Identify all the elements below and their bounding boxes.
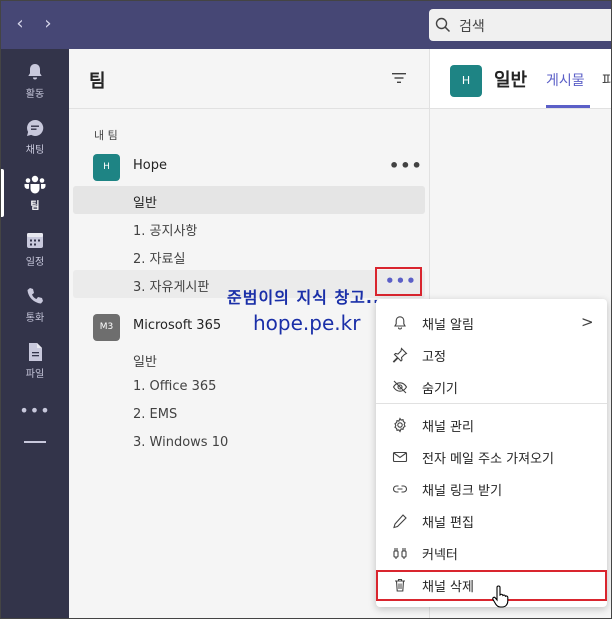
- app-teams[interactable]: 팀: [1, 165, 69, 221]
- channel-archive[interactable]: 2. 자료실: [73, 242, 425, 270]
- menu-item-label: 전자 메일 주소 가져오기: [422, 452, 554, 467]
- menu-item-label: 숨기기: [422, 382, 458, 397]
- team-row-microsoft-365[interactable]: M3 Microsoft 365: [73, 312, 425, 342]
- menu-item-connectors[interactable]: 커넥터: [376, 537, 607, 569]
- tab-posts[interactable]: 게시물: [546, 70, 585, 90]
- filter-icon[interactable]: [391, 71, 407, 85]
- channel-title: 일반: [494, 70, 528, 91]
- channel-notices[interactable]: 1. 공지사항: [73, 214, 425, 242]
- teams-list-pane: 팀 내 팀 H Hope ••• 일반 1. 공지사항 2. 자료실 3. 자유…: [69, 49, 429, 618]
- connector-icon: [393, 548, 407, 559]
- menu-item-label: 채널 편집: [422, 516, 474, 531]
- menu-item-manage-channel[interactable]: 채널 관리: [376, 409, 607, 441]
- page-title: 팀: [89, 71, 106, 92]
- app-calendar[interactable]: 일정: [1, 221, 69, 277]
- channel-name: 일반: [133, 196, 157, 211]
- forward-arrow-icon[interactable]: ›: [37, 13, 59, 35]
- section-label: 내 팀: [94, 129, 118, 142]
- team-avatar: H: [93, 154, 120, 181]
- app-bar: 활동 채팅 팀 일정 통화 파일 •••: [1, 49, 69, 618]
- tab-files[interactable]: 파: [602, 70, 611, 90]
- gear-icon: [394, 417, 406, 433]
- title-bar: ‹ › 검색: [1, 1, 611, 49]
- chat-icon: [27, 119, 44, 136]
- app-divider: [24, 441, 46, 443]
- app-label-calls: 통화: [25, 313, 45, 324]
- teams-header: 팀: [69, 49, 429, 109]
- app-label-calendar: 일정: [25, 257, 45, 268]
- channel-name: 1. Office 365: [133, 379, 217, 394]
- channel-general[interactable]: 일반: [73, 345, 425, 373]
- channel-ems[interactable]: 2. EMS: [73, 401, 425, 429]
- app-files[interactable]: 파일: [1, 333, 69, 389]
- eye-off-icon: [392, 380, 408, 394]
- teams-icon: [24, 175, 46, 194]
- channel-name: 3. 자유게시판: [133, 280, 210, 295]
- active-indicator: [1, 169, 4, 217]
- hand-cursor-icon: [492, 585, 509, 608]
- channel-header: H 일반 게시물 파: [430, 49, 611, 109]
- watermark-text: 준범이의 지식 창고..: [227, 288, 381, 307]
- team-avatar: H: [450, 65, 482, 97]
- more-apps-icon[interactable]: •••: [1, 401, 69, 420]
- bell-icon: [28, 64, 42, 80]
- channel-name: 2. EMS: [133, 407, 178, 422]
- menu-item-channel-notifications[interactable]: 채널 알림 >: [376, 307, 607, 339]
- more-options-icon: •••: [385, 272, 417, 290]
- tab-active-underline: [546, 105, 590, 108]
- app-label-activity: 활동: [25, 89, 45, 100]
- pencil-icon: [393, 514, 407, 529]
- menu-item-hide[interactable]: 숨기기: [376, 371, 607, 403]
- bell-icon: [394, 316, 406, 330]
- app-calls[interactable]: 통화: [1, 277, 69, 333]
- team-row-hope[interactable]: H Hope •••: [73, 152, 425, 182]
- channel-context-menu: 채널 알림 > 고정 숨기기 채널 관리 전자 메일 주소 가져오기 채널 링크…: [376, 299, 607, 607]
- phone-icon: [27, 288, 43, 304]
- back-arrow-icon[interactable]: ‹: [9, 13, 31, 35]
- menu-divider: [376, 403, 607, 404]
- app-label-teams: 팀: [30, 201, 40, 212]
- menu-item-label: 채널 알림: [422, 318, 474, 333]
- search-input[interactable]: 검색: [429, 9, 611, 41]
- teams-window: ‹ › 검색 활동 채팅 팀 일정 통화 파일 ••• 팀 내 팀 H Hope…: [0, 0, 612, 619]
- menu-item-label: 커넥터: [422, 548, 458, 563]
- app-chat[interactable]: 채팅: [1, 109, 69, 165]
- menu-item-get-email[interactable]: 전자 메일 주소 가져오기: [376, 441, 607, 473]
- channel-office-365[interactable]: 1. Office 365: [73, 373, 425, 401]
- channel-general[interactable]: 일반: [73, 186, 425, 214]
- team-name: Hope: [133, 158, 167, 173]
- mail-icon: [392, 451, 408, 463]
- channel-more-button[interactable]: •••: [375, 267, 422, 296]
- app-activity[interactable]: 활동: [1, 53, 69, 109]
- file-icon: [29, 343, 42, 361]
- pin-icon: [392, 347, 408, 363]
- app-label-files: 파일: [25, 369, 45, 380]
- more-options-icon[interactable]: •••: [389, 156, 423, 175]
- channel-name: 2. 자료실: [133, 252, 186, 267]
- channel-windows-10[interactable]: 3. Windows 10: [73, 429, 425, 457]
- link-icon: [393, 485, 407, 493]
- menu-item-label: 채널 링크 받기: [422, 484, 503, 499]
- channel-name: 3. Windows 10: [133, 435, 229, 450]
- menu-item-get-link[interactable]: 채널 링크 받기: [376, 473, 607, 505]
- watermark-url: hope.pe.kr: [253, 311, 361, 335]
- menu-item-label: 채널 관리: [422, 420, 474, 435]
- team-avatar: M3: [93, 314, 120, 341]
- chevron-right-icon: >: [581, 313, 594, 331]
- app-label-chat: 채팅: [25, 145, 45, 156]
- team-name: Microsoft 365: [133, 318, 222, 333]
- calendar-icon: [27, 233, 43, 248]
- channel-name: 일반: [133, 355, 157, 370]
- menu-item-edit-channel[interactable]: 채널 편집: [376, 505, 607, 537]
- search-placeholder: 검색: [459, 19, 485, 35]
- search-icon: [435, 17, 451, 33]
- menu-item-pin[interactable]: 고정: [376, 339, 607, 371]
- menu-item-label: 고정: [422, 350, 446, 365]
- channel-name: 1. 공지사항: [133, 224, 198, 239]
